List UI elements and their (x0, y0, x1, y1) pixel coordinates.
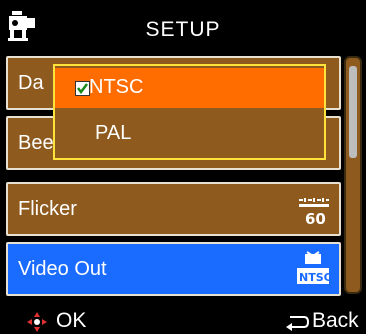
scroll-thumb[interactable] (349, 66, 357, 158)
scrollbar[interactable] (344, 56, 362, 294)
footer-bar: OK Back (0, 300, 366, 334)
back-label[interactable]: Back (312, 309, 359, 333)
svg-text:60: 60 (305, 210, 326, 228)
dpad-icon (27, 312, 47, 332)
header-bar: SETUP (0, 0, 366, 52)
menu-row-label: Video Out (18, 258, 107, 280)
menu-row-video-out[interactable]: Video Out NTSC (6, 242, 341, 296)
flicker-60-icon: 60 (299, 198, 329, 228)
option-ntsc[interactable]: NTSC (55, 68, 324, 108)
video-out-popup: NTSC PAL (53, 64, 326, 160)
menu-row-label: Da (18, 72, 44, 94)
svg-text:NTSC: NTSC (299, 271, 332, 284)
tv-ntsc-icon: NTSC (297, 251, 332, 284)
option-label: NTSC (89, 76, 144, 98)
option-label: PAL (95, 122, 132, 144)
page-title: SETUP (145, 18, 221, 41)
option-pal[interactable]: PAL (55, 114, 324, 154)
checkmark-icon (75, 81, 90, 96)
return-arrow-icon (286, 316, 310, 331)
menu-row-flicker[interactable]: Flicker 60 (6, 182, 341, 236)
menu-row-label: Flicker (18, 198, 77, 220)
ok-label[interactable]: OK (56, 309, 86, 333)
